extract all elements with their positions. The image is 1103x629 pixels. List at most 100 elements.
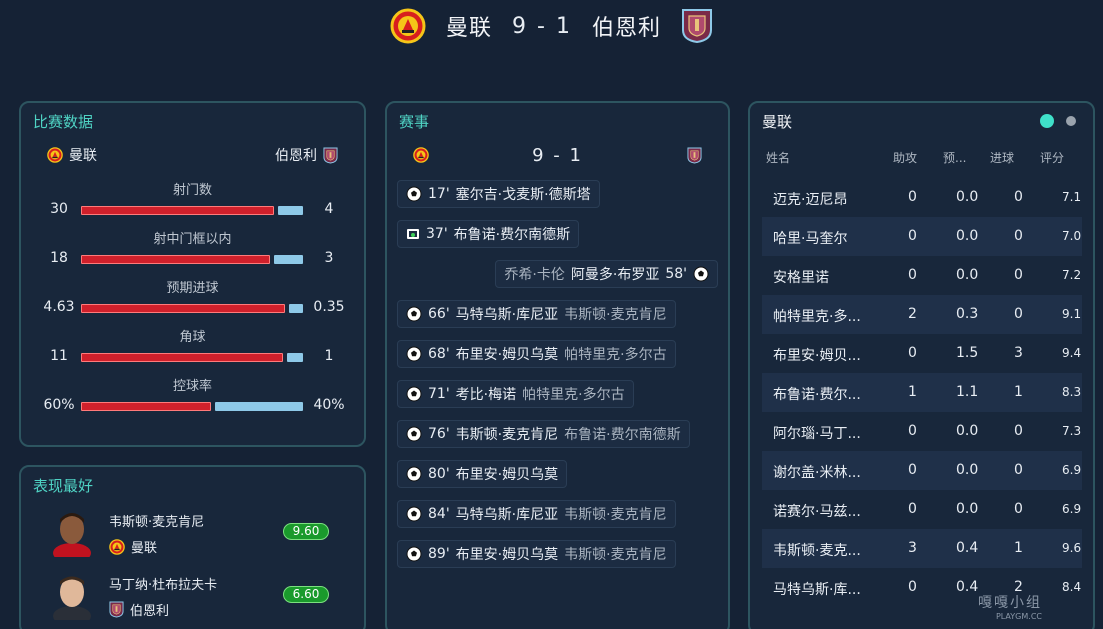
table-row[interactable]: 韦斯顿·麦克... 3 0.4 1 9.6 bbox=[762, 529, 1082, 568]
col-header-rating: 评分 bbox=[1040, 151, 1065, 165]
stat-away-value: 4 bbox=[324, 201, 334, 217]
player-assists: 1 bbox=[908, 384, 917, 400]
man-utd-crest-icon bbox=[390, 8, 426, 44]
events-panel: 赛事 9 - 1 17' 塞尔吉·戈麦斯·德斯塔 37' 布鲁诺·费尔南德斯 乔希·卡… bbox=[385, 101, 730, 629]
player-rating: 8.3 bbox=[1062, 385, 1082, 399]
table-row[interactable]: 诺赛尔·马兹... 0 0.0 0 6.9 bbox=[762, 490, 1082, 529]
table-row[interactable]: 帕特里克·多... 2 0.3 0 9.1 bbox=[762, 295, 1082, 334]
event-item[interactable]: 84' 马特乌斯·库尼亚 韦斯顿·麦克肯尼 bbox=[397, 500, 676, 528]
stat-away-value: 1 bbox=[324, 348, 334, 364]
player-team-label: 伯恩利 bbox=[130, 604, 170, 619]
player-goals: 0 bbox=[1014, 423, 1023, 439]
page-dot-inactive[interactable] bbox=[1066, 116, 1076, 126]
player-team: 伯恩利 bbox=[109, 600, 169, 619]
event-item[interactable]: 17' 塞尔吉·戈麦斯·德斯塔 bbox=[397, 180, 600, 208]
best-title: 表现最好 bbox=[33, 477, 94, 495]
best-performers-panel: 表现最好 韦斯顿·麦克肯尼 曼联 9.60 马丁纳·杜布拉夫卡 伯恩利 6.60 bbox=[19, 465, 366, 629]
stat-row: 预期进球 4.63 0.35 bbox=[21, 277, 364, 325]
stat-label: 角球 bbox=[179, 330, 206, 345]
ball-icon bbox=[406, 306, 422, 322]
stat-row: 角球 11 1 bbox=[21, 326, 364, 374]
player-xg: 1.5 bbox=[956, 345, 979, 361]
player-goals: 0 bbox=[1014, 189, 1023, 205]
player-team-label: 曼联 bbox=[131, 541, 158, 556]
event-minute: 84' bbox=[428, 506, 450, 522]
player-name: 迈克·迈尼昂 bbox=[773, 192, 848, 208]
watermark-site: PLAYGM.CC bbox=[995, 612, 1042, 621]
events-score: 9 - 1 bbox=[532, 145, 583, 166]
home-stat-bar bbox=[81, 304, 285, 313]
match-header: 曼联 9 - 1 伯恩利 bbox=[0, 6, 1103, 46]
player-goals: 0 bbox=[1014, 306, 1023, 322]
player-xg: 0.4 bbox=[956, 540, 979, 556]
table-row[interactable]: 谢尔盖·米林... 0 0.0 0 6.9 bbox=[762, 451, 1082, 490]
ball-icon bbox=[406, 466, 422, 482]
stat-label: 射门数 bbox=[172, 183, 212, 198]
best-player-card[interactable]: 马丁纳·杜布拉夫卡 伯恩利 6.60 bbox=[45, 570, 345, 626]
home-stat-bar bbox=[81, 206, 274, 215]
avatar bbox=[53, 513, 91, 557]
event-assist: 帕特里克·多尔古 bbox=[522, 387, 625, 403]
player-rating: 7.1 bbox=[1062, 190, 1082, 204]
table-row[interactable]: 哈里·马奎尔 0 0.0 0 7.0 bbox=[762, 217, 1082, 256]
event-item[interactable]: 37' 布鲁诺·费尔南德斯 bbox=[397, 220, 580, 248]
player-goals: 3 bbox=[1014, 345, 1023, 361]
event-item[interactable]: 89' 布里安·姆贝乌莫 韦斯顿·麦克肯尼 bbox=[397, 540, 676, 568]
home-stat-bar bbox=[81, 255, 270, 264]
event-minute: 66' bbox=[428, 306, 450, 322]
event-item[interactable]: 76' 韦斯顿·麦克肯尼 布鲁诺·费尔南德斯 bbox=[397, 420, 690, 448]
stat-row: 射中门框以内 18 3 bbox=[21, 228, 364, 276]
event-item[interactable]: 乔希·卡伦 阿曼多·布罗亚 58' bbox=[495, 260, 718, 288]
event-item[interactable]: 80' 布里安·姆贝乌莫 bbox=[397, 460, 568, 488]
away-stat-bar bbox=[215, 402, 303, 411]
table-row[interactable]: 迈克·迈尼昂 0 0.0 0 7.1 bbox=[762, 178, 1082, 217]
player-name: 帕特里克·多... bbox=[773, 309, 861, 325]
player-name: 韦斯顿·麦克肯尼 bbox=[109, 515, 205, 530]
player-xg: 1.1 bbox=[956, 384, 979, 400]
stat-row: 射门数 30 4 bbox=[21, 179, 364, 227]
player-assists: 0 bbox=[908, 462, 917, 478]
best-player-card[interactable]: 韦斯顿·麦克肯尼 曼联 9.60 bbox=[45, 507, 345, 563]
player-goals: 0 bbox=[1014, 462, 1023, 478]
event-scorer: 布里安·姆贝乌莫 bbox=[455, 547, 559, 563]
player-xg: 0.0 bbox=[956, 228, 979, 244]
event-item[interactable]: 66' 马特乌斯·库尼亚 韦斯顿·麦克肯尼 bbox=[397, 300, 676, 328]
event-minute: 76' bbox=[428, 426, 450, 442]
stats-home-team: 曼联 bbox=[47, 145, 97, 165]
page-dot-active[interactable] bbox=[1040, 114, 1054, 128]
table-row[interactable]: 布鲁诺·费尔... 1 1.1 1 8.3 bbox=[762, 373, 1082, 412]
home-stat-bar bbox=[81, 402, 211, 411]
table-row[interactable]: 布里安·姆贝... 0 1.5 3 9.4 bbox=[762, 334, 1082, 373]
table-row[interactable]: 阿尔瑙·马丁... 0 0.0 0 7.3 bbox=[762, 412, 1082, 451]
player-rating: 6.9 bbox=[1062, 502, 1082, 516]
ball-icon bbox=[406, 386, 422, 402]
event-item[interactable]: 71' 考比·梅诺 帕特里克·多尔古 bbox=[397, 380, 634, 408]
player-goals: 0 bbox=[1014, 501, 1023, 517]
event-scorer: 阿曼多·布罗亚 bbox=[570, 267, 660, 283]
player-name: 布鲁诺·费尔... bbox=[773, 387, 861, 403]
ball-icon bbox=[406, 426, 422, 442]
ball-icon bbox=[406, 546, 422, 562]
event-scorer: 马特乌斯·库尼亚 bbox=[455, 307, 559, 323]
burnley-crest-icon bbox=[687, 147, 702, 164]
match-stats-panel: 比赛数据 曼联 伯恩利 射门数 30 4 射中门框以内 18 3 预期进球 4.63… bbox=[19, 101, 366, 447]
lineup-panel: 曼联 姓名 助攻 预... 进球 评分 迈克·迈尼昂 0 0.0 0 7.1 哈里… bbox=[748, 101, 1095, 629]
man-utd-crest-icon bbox=[109, 539, 125, 555]
player-name: 马丁纳·杜布拉夫卡 bbox=[109, 578, 218, 593]
player-assists: 0 bbox=[908, 345, 917, 361]
player-xg: 0.0 bbox=[956, 267, 979, 283]
player-assists: 0 bbox=[908, 423, 917, 439]
event-item[interactable]: 68' 布里安·姆贝乌莫 帕特里克·多尔古 bbox=[397, 340, 676, 368]
table-row[interactable]: 安格里诺 0 0.0 0 7.2 bbox=[762, 256, 1082, 295]
stats-title: 比赛数据 bbox=[33, 113, 94, 131]
burnley-crest-icon bbox=[323, 147, 338, 164]
ball-icon bbox=[406, 506, 422, 522]
event-minute: 71' bbox=[428, 386, 450, 402]
event-scorer: 韦斯顿·麦克肯尼 bbox=[455, 427, 559, 443]
home-stat-bar bbox=[81, 353, 283, 362]
player-rating: 8.4 bbox=[1062, 580, 1082, 594]
rating-badge: 6.60 bbox=[283, 586, 329, 603]
away-team-title: 伯恩利 bbox=[591, 16, 661, 41]
rating-badge: 9.60 bbox=[283, 523, 329, 540]
stat-home-value: 11 bbox=[50, 348, 68, 364]
